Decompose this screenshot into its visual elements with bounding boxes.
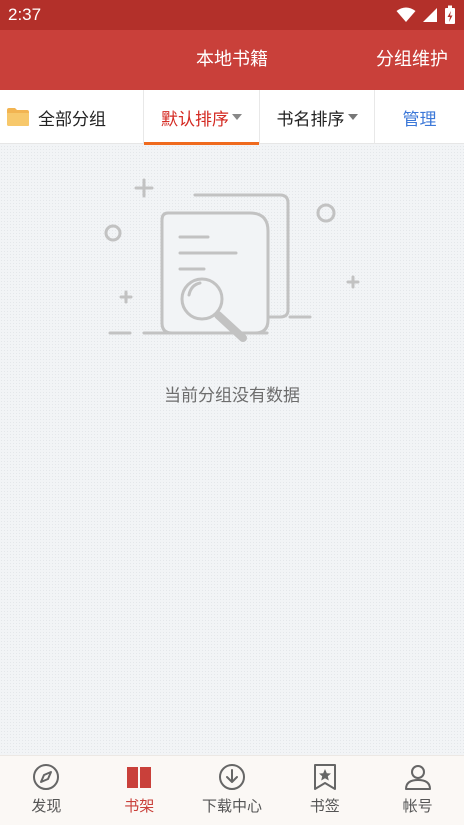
nav-item-bookshelf[interactable]: 书架 [93,756,186,825]
dropdown-arrow-icon [347,114,358,120]
tab-sort-name[interactable]: 书名排序 [259,90,374,144]
nav-item-label: 帐号 [402,797,433,815]
wifi-icon [396,7,416,22]
status-icons [396,5,456,25]
nav-item-label: 书签 [309,797,340,815]
bottom-nav: 发现 书架 下载中心 书签 帐号 [0,755,464,825]
bookmark-icon [313,764,336,790]
manage-button[interactable]: 管理 [374,90,464,144]
title-bar: 本地书籍 分组维护 [0,30,464,90]
nav-item-label: 下载中心 [201,797,262,815]
tab-sort-default[interactable]: 默认排序 [143,90,259,145]
empty-state-message: 当前分组没有数据 [164,386,300,406]
tab-sort-default-label: 默认排序 [161,109,229,130]
nav-item-download-center[interactable]: 下载中心 [186,756,279,825]
status-bar: 2:37 [0,0,464,30]
battery-icon [445,5,455,24]
folder-icon [7,108,29,126]
nav-item-account[interactable]: 帐号 [371,756,464,825]
group-selector[interactable]: 全部分组 [0,90,143,144]
tab-sort-name-label: 书名排序 [276,109,345,130]
content-area: 当前分组没有数据 [0,145,464,755]
dropdown-arrow-icon [232,114,242,120]
nav-item-label: 书架 [124,797,155,815]
book-icon [127,767,152,788]
status-time: 2:37 [8,5,42,24]
compass-icon [33,764,60,790]
group-selector-label: 全部分组 [38,109,106,130]
download-icon [218,764,245,790]
nav-item-label: 发现 [31,797,62,815]
group-maintain-button[interactable]: 分组维护 [376,30,448,90]
sort-toolbar: 全部分组 默认排序 书名排序 管理 [0,90,464,145]
nav-item-discover[interactable]: 发现 [0,756,93,825]
nav-item-bookmarks[interactable]: 书签 [278,756,371,825]
user-icon [404,765,431,790]
empty-document-illustration [104,178,360,342]
signal-icon [423,8,437,22]
